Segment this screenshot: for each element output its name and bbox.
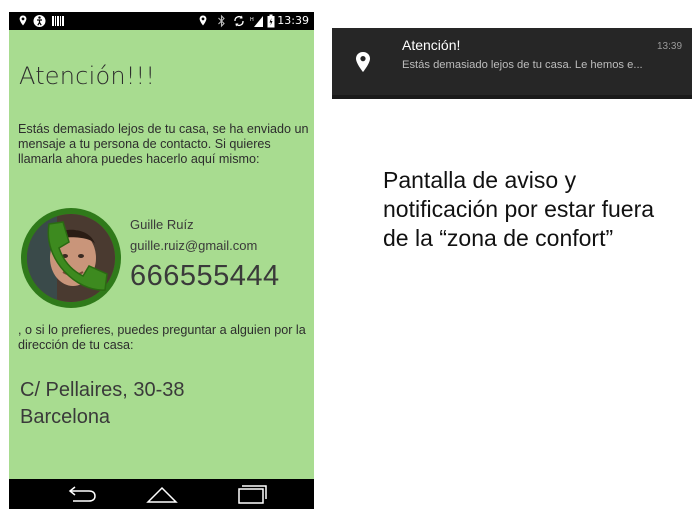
battery-icon	[267, 14, 275, 28]
phone-icon	[47, 221, 108, 291]
signal-icon: H	[250, 16, 263, 27]
contact-avatar[interactable]	[21, 208, 121, 308]
barcode-icon	[52, 16, 64, 26]
caption-line-2: notificación por estar fuera	[383, 196, 655, 222]
address-city: Barcelona	[20, 406, 111, 428]
contact-email[interactable]: guille.ruiz@gmail.com	[130, 238, 257, 253]
sync-icon	[234, 15, 244, 27]
home-address: C/ Pellaires, 30-38 Barcelona	[20, 377, 185, 431]
status-time: 13:39	[277, 14, 309, 27]
status-bar: H 13:39	[9, 12, 314, 30]
notification[interactable]: Atención! 13:39 Estás demasiado lejos de…	[332, 28, 692, 99]
notification-time: 13:39	[657, 41, 683, 52]
notification-text: Estás demasiado lejos de tu casa. Le hem…	[402, 59, 643, 71]
alert-title: Atención!!!	[19, 62, 156, 90]
notification-icon-area	[332, 28, 396, 95]
alert-message: Estás demasiado lejos de tu casa, se ha …	[18, 122, 309, 166]
alert-screen: H 13:39 Atención!!! Estás demasiado lejo…	[9, 12, 314, 509]
contact-phone-number[interactable]: 666555444	[130, 260, 280, 293]
caption-line-1: Pantalla de aviso y	[383, 167, 577, 193]
home-icon[interactable]	[142, 483, 182, 505]
bluetooth-icon	[218, 14, 225, 28]
alternative-message: , o si lo prefieres, puedes preguntar a …	[18, 323, 306, 352]
contact-name: Guille Ruíz	[130, 217, 194, 232]
navigation-bar	[9, 479, 314, 509]
svg-text:H: H	[250, 17, 254, 23]
notification-title: Atención!	[402, 37, 461, 53]
caption-line-3: de la “zona de confort”	[383, 225, 614, 251]
notification-divider	[332, 95, 692, 99]
accessibility-icon	[33, 15, 46, 27]
location-icon	[199, 15, 207, 26]
location-pin-icon	[356, 52, 370, 72]
caption: Pantalla de aviso y notificación por est…	[383, 166, 692, 253]
address-street: C/ Pellaires, 30-38	[20, 379, 185, 401]
recents-icon[interactable]	[231, 483, 271, 505]
back-icon[interactable]	[61, 483, 101, 505]
location-icon	[19, 15, 27, 26]
